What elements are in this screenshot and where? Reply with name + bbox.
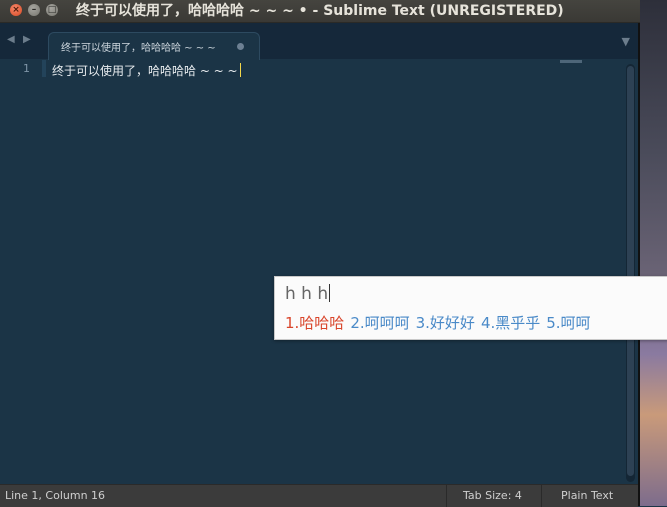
syntax-selector[interactable]: Plain Text [561,489,613,502]
editor-text-area[interactable]: 终于可以使用了，哈哈哈哈 ~ ~ ~ [52,62,241,79]
ime-candidate[interactable]: 5.呵呵 [546,314,590,332]
tab-prev-icon[interactable]: ◀ [7,34,15,45]
tab-size-selector[interactable]: Tab Size: 4 [463,489,522,502]
ime-candidate-list: 1.哈哈哈 2.呵呵呵 3.好好好 4.黑乎乎 5.呵呵 [285,312,597,333]
ime-candidate[interactable]: 1.哈哈哈 [285,314,344,332]
window-edge [638,0,640,506]
minimize-window-button[interactable]: – [28,4,40,16]
ime-candidate[interactable]: 3.好好好 [416,314,475,332]
tab-active-file[interactable]: 终于可以使用了，哈哈哈哈 ~ ~ ~ [48,32,260,60]
ime-candidate[interactable]: 4.黑乎乎 [481,314,540,332]
status-divider [541,485,542,507]
ime-candidate-popup: h h h 1.哈哈哈 2.呵呵呵 3.好好好 4.黑乎乎 5.呵呵 [274,276,667,340]
line-number: 1 [23,62,30,75]
text-cursor [239,63,241,77]
tab-bar: ◀ ▶ 终于可以使用了，哈哈哈哈 ~ ~ ~ ▼ [0,23,638,60]
tab-next-icon[interactable]: ▶ [23,34,31,45]
minimap[interactable] [560,60,582,63]
close-window-button[interactable]: × [10,4,22,16]
code-line: 终于可以使用了，哈哈哈哈 ~ ~ ~ [52,64,238,78]
cursor-position-status: Line 1, Column 16 [5,489,106,502]
tab-label: 终于可以使用了，哈哈哈哈 ~ ~ ~ [61,43,216,54]
status-divider [446,485,447,507]
ime-caret [329,284,331,302]
tab-menu-icon[interactable]: ▼ [622,35,630,48]
window-title: 终于可以使用了，哈哈哈哈 ~ ~ ~ • - Sublime Text (UNR… [76,3,564,19]
status-bar: Line 1, Column 16 Tab Size: 4 Plain Text [0,484,638,507]
unsaved-dot-icon[interactable] [237,43,244,50]
ime-preedit-text: h h h [285,284,331,304]
ime-candidate[interactable]: 2.呵呵呵 [350,314,409,332]
desktop-wallpaper [640,0,667,506]
line-gutter: 1 [0,59,42,484]
maximize-window-button[interactable]: □ [46,4,58,16]
scrollbar-thumb[interactable] [627,66,634,476]
title-bar: × – □ 终于可以使用了，哈哈哈哈 ~ ~ ~ • - Sublime Tex… [0,0,640,23]
vertical-scrollbar[interactable] [626,64,635,482]
